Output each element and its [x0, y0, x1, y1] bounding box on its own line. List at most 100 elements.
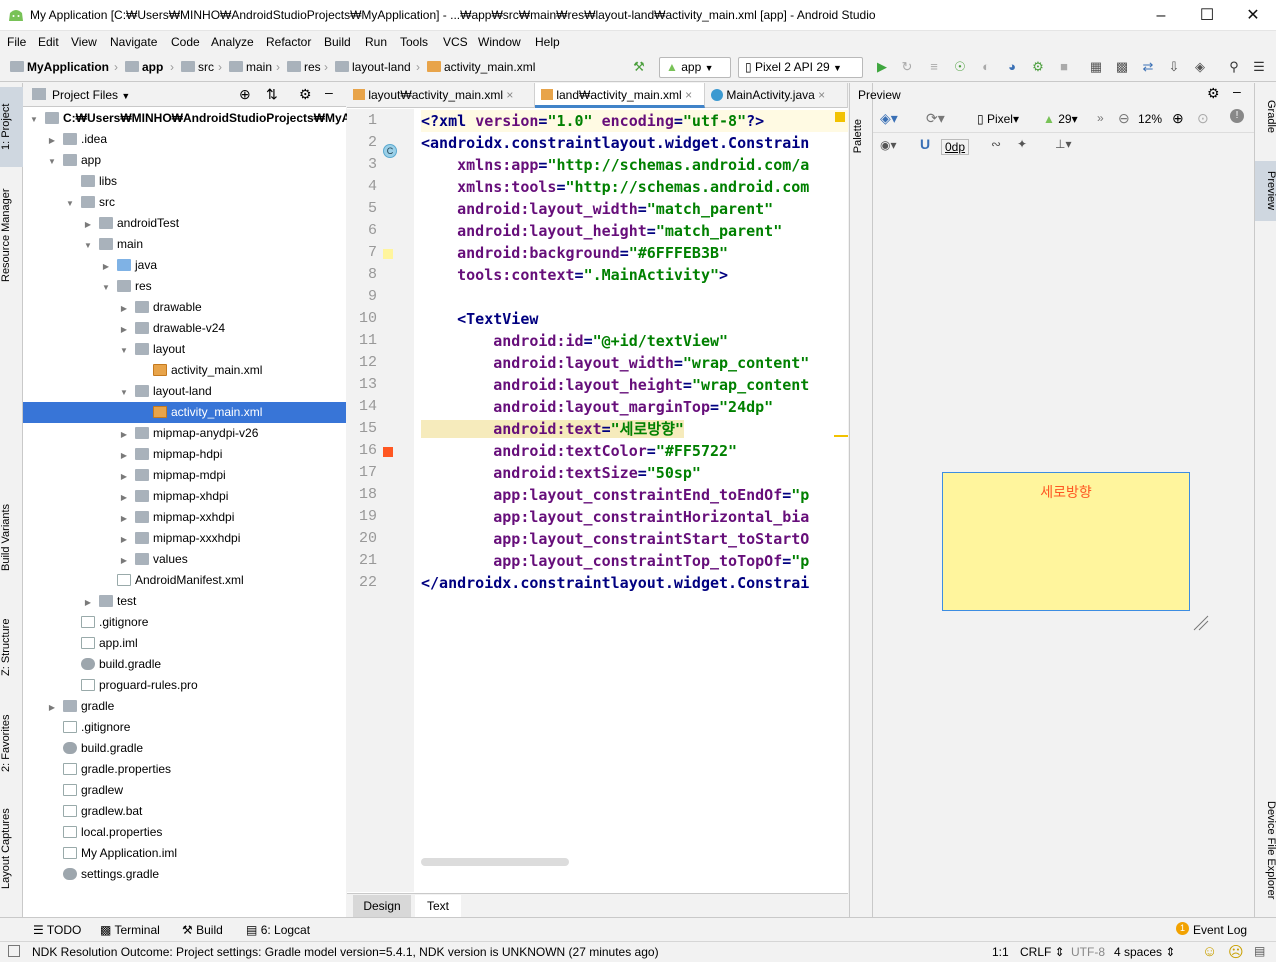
project-structure-icon[interactable]: ▦ — [1087, 58, 1105, 76]
breadcrumb-src[interactable]: src — [181, 60, 214, 74]
breadcrumb-main[interactable]: main — [229, 60, 272, 74]
code-line[interactable]: android:layout_marginTop="24dp" — [421, 396, 848, 418]
tab-land-activity-main[interactable]: land₩activity_main.xml × — [535, 83, 705, 108]
close-icon[interactable]: × — [685, 88, 692, 102]
zoom-out-icon[interactable]: ⊖ — [1118, 110, 1130, 127]
debug-icon[interactable]: ☉ — [951, 58, 969, 76]
infer-constraints-icon[interactable]: ✦ — [1017, 137, 1027, 151]
breadcrumb-project[interactable]: MyApplication — [10, 60, 109, 74]
menu-run[interactable]: Run — [365, 35, 387, 49]
settings-icon[interactable]: ☰ — [1250, 58, 1268, 76]
panel-toggle-icon[interactable] — [8, 945, 20, 957]
expand-right-icon[interactable]: ▶ — [119, 466, 129, 487]
tab-layout-activity-main[interactable]: layout₩activity_main.xml × — [347, 83, 535, 108]
menu-vcs[interactable]: VCS — [443, 35, 468, 49]
warning-icon[interactable]: ! — [1230, 109, 1244, 123]
smile-icon[interactable]: ☺ — [1202, 943, 1217, 960]
warning-stripe[interactable] — [834, 435, 848, 437]
menu-code[interactable]: Code — [171, 35, 200, 49]
encoding-select[interactable]: UTF-8 — [1071, 945, 1105, 959]
apply-changes-icon[interactable]: ↻ — [898, 58, 916, 76]
apply-code-changes-icon[interactable]: ≡ — [925, 58, 943, 76]
code-line[interactable]: xmlns:app="http://schemas.android.com/a — [421, 154, 848, 176]
locate-icon[interactable]: ⊕ — [239, 86, 251, 103]
warning-marker-icon[interactable] — [835, 112, 845, 122]
tree-item[interactable]: activity_main.xml — [23, 360, 346, 381]
hide-panel-icon[interactable]: – — [1233, 83, 1241, 99]
breadcrumb-res[interactable]: res — [287, 60, 321, 74]
tree-item[interactable]: AndroidManifest.xml — [23, 570, 346, 591]
color-swatch-icon[interactable] — [383, 249, 393, 259]
tree-item[interactable]: ▼ layout-land — [23, 381, 346, 402]
expand-right-icon[interactable]: ▶ — [119, 487, 129, 508]
code-line[interactable]: android:id="@+id/textView" — [421, 330, 848, 352]
tree-item[interactable]: .gitignore — [23, 717, 346, 738]
clear-constraints-icon[interactable]: ∾ — [991, 137, 1001, 151]
run-config-select[interactable]: ▲ app ▼ — [659, 57, 731, 78]
tree-item[interactable]: ▶ mipmap-xxhdpi — [23, 507, 346, 528]
sdk-manager-icon[interactable]: ⇩ — [1165, 58, 1183, 76]
tree-item[interactable]: activity_main.xml — [23, 402, 346, 423]
expand-down-icon[interactable]: ▼ — [29, 109, 39, 130]
more-icon[interactable]: » — [1097, 111, 1104, 125]
code-line[interactable]: app:layout_constraintTop_toTopOf="p — [421, 550, 848, 572]
orientation-icon[interactable]: ⟳▾ — [926, 110, 945, 127]
attach-debugger-icon[interactable]: ⚙ — [1029, 58, 1047, 76]
tree-item[interactable]: ▶ androidTest — [23, 213, 346, 234]
tree-item[interactable]: build.gradle — [23, 654, 346, 675]
tree-item[interactable]: ▶ mipmap-xhdpi — [23, 486, 346, 507]
sync-gradle-icon[interactable]: ⇄ — [1139, 58, 1157, 76]
layers-icon[interactable]: ◈▾ — [880, 110, 898, 127]
tree-item[interactable]: ▼ C:₩Users₩MINHO₩AndroidStudioProjects₩My… — [23, 108, 358, 130]
tab-favorites[interactable]: 2: Favorites — [0, 703, 23, 783]
tree-item[interactable]: app.iml — [23, 633, 346, 654]
tab-todo[interactable]: ☰ TODO — [33, 923, 81, 937]
tab-preview[interactable]: Preview — [1255, 161, 1276, 221]
code-line[interactable]: </androidx.constraintlayout.widget.Const… — [421, 572, 848, 594]
collapse-all-icon[interactable]: ⇅ — [266, 86, 278, 103]
breadcrumb-file[interactable]: activity_main.xml — [427, 60, 535, 74]
hide-panel-icon[interactable]: – — [325, 84, 333, 100]
menu-build[interactable]: Build — [324, 35, 351, 49]
expand-down-icon[interactable]: ▼ — [83, 235, 93, 256]
tree-item[interactable]: ▼ src — [23, 192, 346, 213]
code-line[interactable]: <?xml version="1.0" encoding="utf-8"?> — [421, 110, 848, 132]
expand-right-icon[interactable]: ▶ — [83, 592, 93, 613]
avd-manager-icon[interactable]: ▩ — [1113, 58, 1131, 76]
minimize-button[interactable]: – — [1138, 0, 1184, 31]
tab-text[interactable]: Text — [415, 895, 461, 917]
code-line[interactable]: android:textSize="50sp" — [421, 462, 848, 484]
menu-analyze[interactable]: Analyze — [211, 35, 254, 49]
menu-view[interactable]: View — [71, 35, 97, 49]
profile-icon[interactable]: ◕ — [1003, 58, 1021, 76]
status-message[interactable]: NDK Resolution Outcome: Project settings… — [32, 945, 659, 959]
expand-right-icon[interactable]: ▶ — [119, 445, 129, 466]
expand-right-icon[interactable]: ▶ — [119, 529, 129, 550]
tree-item[interactable]: ▶ values — [23, 549, 346, 570]
line-separator-select[interactable]: CRLF ⇕ — [1020, 945, 1065, 959]
resource-manager-icon[interactable]: ◈ — [1191, 58, 1209, 76]
code-line[interactable]: android:layout_width="wrap_content" — [421, 352, 848, 374]
tree-item[interactable]: ▶ mipmap-hdpi — [23, 444, 346, 465]
code-line[interactable]: <TextView — [421, 308, 848, 330]
expand-right-icon[interactable]: ▶ — [119, 298, 129, 319]
eye-icon[interactable]: ◉▾ — [880, 138, 897, 152]
code-line[interactable]: android:layout_width="match_parent" — [421, 198, 848, 220]
search-icon[interactable]: ⚲ — [1225, 58, 1243, 76]
hammer-icon[interactable]: ⚒ — [630, 58, 648, 76]
tree-item[interactable]: ▶ drawable-v24 — [23, 318, 346, 339]
menu-tools[interactable]: Tools — [400, 35, 428, 49]
resize-handle-icon[interactable] — [1190, 612, 1212, 634]
menu-edit[interactable]: Edit — [38, 35, 59, 49]
maximize-button[interactable]: ☐ — [1184, 0, 1230, 31]
tree-item[interactable]: gradlew.bat — [23, 801, 346, 822]
tree-item[interactable]: build.gradle — [23, 738, 346, 759]
expand-down-icon[interactable]: ▼ — [101, 277, 111, 298]
gear-icon[interactable]: ⚙ — [1207, 85, 1220, 102]
tab-main-activity-java[interactable]: MainActivity.java × — [705, 83, 848, 108]
magnet-icon[interactable]: U — [920, 136, 930, 152]
tab-device-file-explorer[interactable]: Device File Explorer — [1255, 785, 1276, 915]
tree-item[interactable]: ▶ gradle — [23, 696, 346, 717]
close-button[interactable]: ✕ — [1230, 0, 1276, 31]
tree-item[interactable]: ▶ drawable — [23, 297, 346, 318]
